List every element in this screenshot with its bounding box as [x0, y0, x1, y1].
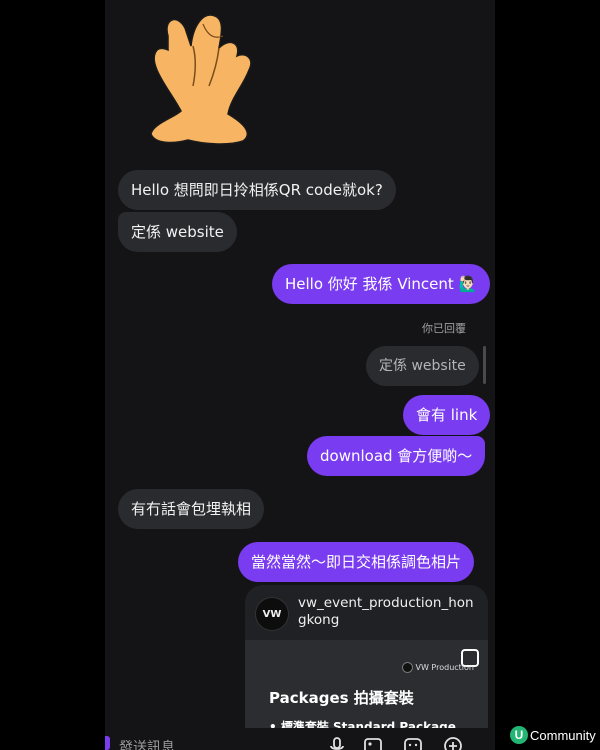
brand-logo-icon — [401, 662, 413, 673]
watermark-text: Community — [530, 727, 596, 743]
reply-indicator — [483, 346, 486, 384]
outgoing-message[interactable]: 當然當然～即日交相係調色相片 — [238, 542, 475, 582]
message-text: Hello 你好 我係 Vincent — [285, 275, 454, 293]
hand-sticker-icon — [150, 14, 252, 145]
outgoing-message[interactable]: Hello 你好 我係 Vincent 🙋🏻‍♂️ — [272, 264, 491, 304]
post-title: Packages 拍攝套裝 — [269, 689, 414, 707]
replied-quote[interactable]: 定係 website — [366, 346, 479, 386]
community-watermark: U Community — [510, 724, 596, 746]
outgoing-message[interactable]: download 會方便啲～ — [307, 436, 486, 476]
community-logo-icon: U — [510, 726, 528, 744]
sticker-icon[interactable] — [403, 736, 423, 750]
post-author-avatar[interactable]: VW — [255, 597, 289, 631]
outgoing-message[interactable]: 會有 link — [403, 395, 491, 435]
camera-button[interactable] — [105, 736, 110, 750]
post-author-handle[interactable]: vw_event_production_hongkong — [298, 595, 478, 629]
incoming-message[interactable]: 有冇話會包埋執相 — [118, 489, 265, 529]
person-raising-hand-emoji: 🙋🏻‍♂️ — [458, 275, 478, 293]
image-icon[interactable] — [363, 736, 383, 750]
shared-post-card[interactable]: VW vw_event_production_hongkong VW Produ… — [245, 585, 488, 750]
incoming-message[interactable]: Hello 想問即日拎相係QR code就ok? — [118, 170, 396, 210]
incoming-message[interactable]: 定係 website — [118, 212, 237, 252]
chat-screen: Hello 想問即日拎相係QR code就ok? 定係 website Hell… — [105, 0, 495, 750]
message-input[interactable]: 發送訊息 — [119, 737, 175, 750]
mic-icon[interactable] — [327, 736, 347, 750]
post-brand: VW Production — [401, 662, 474, 673]
plus-icon[interactable] — [443, 736, 463, 750]
replied-label: 你已回覆 — [422, 322, 466, 335]
message-composer[interactable]: 發送訊息 — [105, 728, 495, 750]
